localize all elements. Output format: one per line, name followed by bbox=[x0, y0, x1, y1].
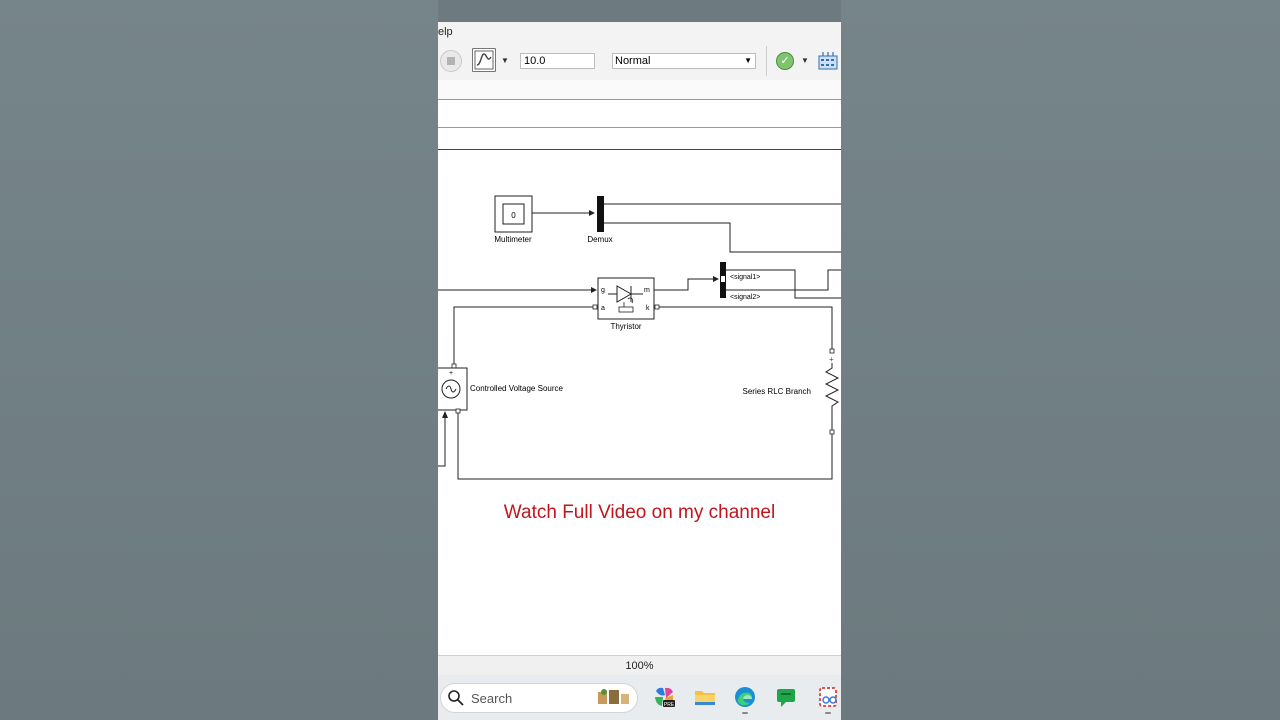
wire bbox=[457, 412, 833, 480]
demux-label: Demux bbox=[587, 235, 612, 244]
wire bbox=[453, 306, 593, 366]
demux-block[interactable] bbox=[597, 196, 604, 232]
stop-time-field[interactable]: 10.0 bbox=[520, 53, 595, 69]
background-right bbox=[841, 0, 1280, 720]
toolbar: ▼ 10.0 Normal ▼ ✓ ▼ bbox=[438, 42, 841, 81]
thyristor-port-a-connector[interactable] bbox=[592, 304, 598, 310]
build-grid-icon[interactable] bbox=[818, 50, 838, 70]
simulation-mode-value: Normal bbox=[615, 55, 651, 67]
zoom-level: 100% bbox=[625, 660, 654, 672]
signal-line bbox=[654, 278, 717, 291]
rlc-plus-sign: + bbox=[829, 355, 834, 364]
thyristor-label: Thyristor bbox=[610, 322, 641, 331]
simulink-window: elp ▼ 10.0 Normal ▼ ✓ ▼ 0 Multimeter Dem… bbox=[438, 0, 841, 720]
wire bbox=[659, 306, 833, 350]
arrow-icon bbox=[591, 287, 597, 293]
svg-text:PRE: PRE bbox=[664, 702, 675, 708]
explorer-bar bbox=[438, 100, 841, 128]
multimeter-display: 0 bbox=[511, 211, 516, 220]
taskbar: Search PRE bbox=[438, 675, 841, 720]
copilot-icon[interactable]: PRE bbox=[652, 685, 676, 709]
breadcrumb-bar bbox=[438, 128, 841, 150]
thyristor-block[interactable] bbox=[597, 277, 655, 320]
status-bar: 100% bbox=[438, 655, 841, 676]
running-indicator bbox=[742, 712, 748, 714]
running-indicator bbox=[825, 712, 831, 714]
search-icon bbox=[448, 690, 464, 706]
menu-bar: elp bbox=[438, 22, 841, 42]
thyristor-port-k: k bbox=[646, 305, 650, 312]
model-canvas[interactable]: 0 Multimeter Demux g m a k Thyristor <si… bbox=[438, 150, 841, 655]
rlc-port-bottom[interactable] bbox=[829, 429, 835, 435]
chevron-down-icon[interactable]: ▼ bbox=[501, 56, 509, 65]
menu-item-help[interactable]: elp bbox=[438, 26, 453, 38]
file-explorer-icon[interactable] bbox=[693, 685, 717, 709]
background-left bbox=[0, 0, 438, 720]
stop-button[interactable] bbox=[440, 50, 462, 72]
snipping-tool-icon[interactable] bbox=[816, 685, 840, 709]
rlc-label: Series RLC Branch bbox=[743, 387, 811, 396]
simulation-mode-select[interactable]: Normal ▼ bbox=[612, 53, 756, 69]
taskbar-search[interactable]: Search bbox=[440, 683, 638, 713]
bus-signal-2: <signal2> bbox=[730, 294, 760, 301]
vsource-port-bottom[interactable] bbox=[455, 408, 461, 414]
bus-port bbox=[721, 276, 725, 282]
chevron-down-icon[interactable]: ▼ bbox=[801, 56, 809, 65]
arrow-icon bbox=[589, 210, 595, 216]
window-top-band bbox=[438, 0, 841, 22]
data-inspector-button[interactable] bbox=[472, 48, 496, 72]
thyristor-port-m: m bbox=[644, 287, 650, 294]
vsource-label: Controlled Voltage Source bbox=[470, 384, 564, 393]
multimeter-label: Multimeter bbox=[494, 235, 532, 244]
search-highlight-icon bbox=[598, 689, 629, 704]
rlc-port-top[interactable] bbox=[829, 348, 835, 354]
vsource-port-top[interactable] bbox=[451, 363, 457, 369]
multimeter-block[interactable]: 0 bbox=[494, 195, 533, 233]
stop-icon bbox=[447, 57, 455, 65]
signal-line bbox=[604, 222, 841, 253]
thyristor-port-k-connector[interactable] bbox=[654, 304, 660, 310]
search-placeholder: Search bbox=[471, 691, 513, 706]
arrow-icon bbox=[442, 411, 448, 418]
thyristor-port-a: a bbox=[601, 305, 605, 312]
address-bar bbox=[438, 80, 841, 100]
video-caption: Watch Full Video on my channel bbox=[503, 502, 776, 523]
toolbar-divider bbox=[766, 46, 767, 76]
edge-icon[interactable] bbox=[733, 685, 757, 709]
thyristor-port-g: g bbox=[601, 287, 605, 294]
scope-icon bbox=[474, 50, 494, 70]
model-advisor-check-icon[interactable]: ✓ bbox=[776, 52, 794, 70]
messaging-icon[interactable] bbox=[774, 685, 798, 709]
vsource-plus-sign: + bbox=[449, 370, 453, 377]
chevron-down-icon: ▼ bbox=[744, 56, 752, 65]
resistor-icon[interactable] bbox=[824, 363, 840, 430]
block-diagram: 0 Multimeter Demux g m a k Thyristor <si… bbox=[438, 195, 841, 480]
bus-signal-1: <signal1> bbox=[730, 274, 760, 281]
signal-line bbox=[438, 418, 446, 467]
arrow-icon bbox=[713, 276, 719, 282]
